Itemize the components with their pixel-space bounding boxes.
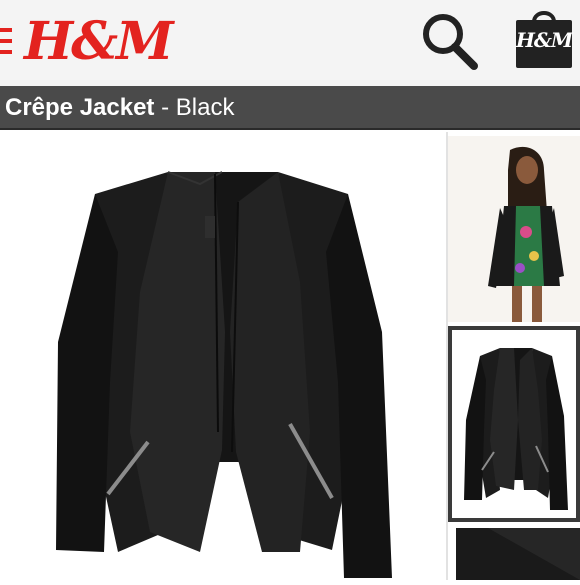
product-title-bar: Crêpe Jacket - Black [0, 86, 580, 130]
thumbnail-model[interactable] [448, 136, 580, 322]
product-title: Crêpe Jacket - Black [5, 86, 234, 130]
thumbnail-product-selected[interactable] [448, 326, 580, 522]
shopping-bag-icon[interactable]: H&M [514, 6, 574, 70]
main-product-image[interactable] [0, 132, 446, 580]
bag-logo: H&M [515, 28, 573, 52]
thumbnail-detail[interactable] [448, 526, 580, 580]
product-name: Crêpe Jacket [5, 94, 155, 121]
header: H&M H&M [0, 0, 580, 86]
product-color: Black [175, 94, 235, 121]
title-separator: - [154, 94, 176, 121]
search-icon[interactable] [418, 10, 480, 72]
brand-logo[interactable]: H&M [24, 10, 174, 74]
menu-icon[interactable] [0, 28, 12, 54]
